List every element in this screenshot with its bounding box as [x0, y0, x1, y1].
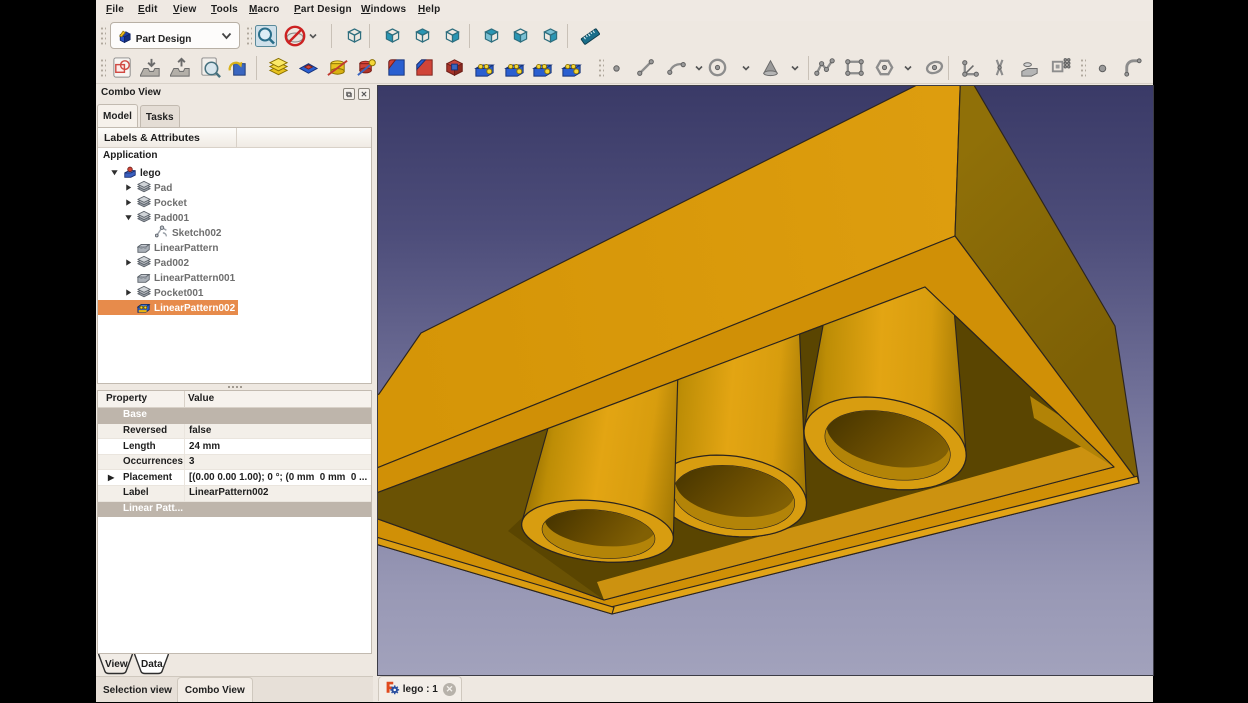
svg-text:View: View: [105, 659, 128, 670]
svg-text:Data: Data: [141, 659, 163, 670]
